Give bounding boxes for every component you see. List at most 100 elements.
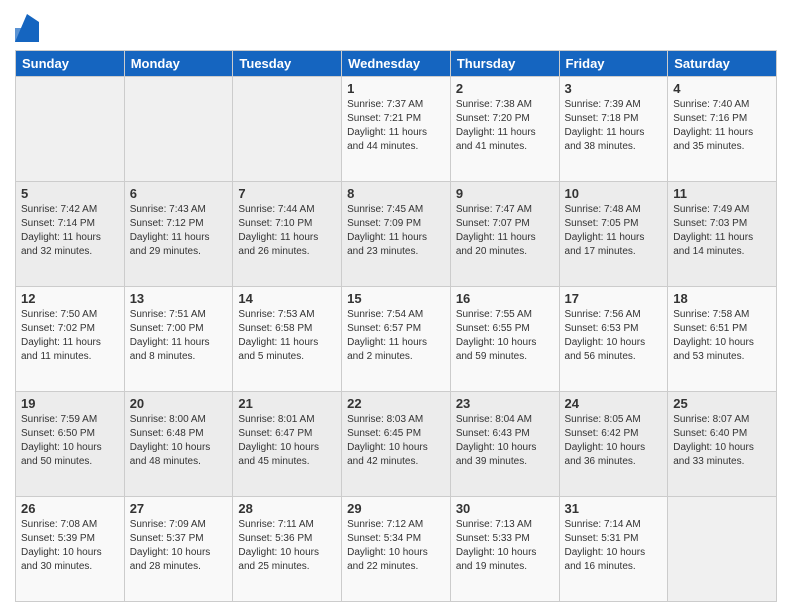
- calendar-week-4: 26 Sunrise: 7:08 AM Sunset: 5:39 PM Dayli…: [16, 497, 777, 602]
- calendar-day: 16 Sunrise: 7:55 AM Sunset: 6:55 PM Dayli…: [450, 287, 559, 392]
- day-number: 13: [130, 291, 228, 306]
- calendar-week-0: 1 Sunrise: 7:37 AM Sunset: 7:21 PM Daylig…: [16, 77, 777, 182]
- calendar-day: [124, 77, 233, 182]
- calendar-day: [233, 77, 342, 182]
- day-number: 3: [565, 81, 663, 96]
- day-info: Sunrise: 7:42 AM Sunset: 7:14 PM Dayligh…: [21, 203, 119, 259]
- day-number: 26: [21, 501, 119, 516]
- day-number: 8: [347, 186, 445, 201]
- calendar-header-friday: Friday: [559, 51, 668, 77]
- day-info: Sunrise: 8:00 AM Sunset: 6:48 PM Dayligh…: [130, 413, 228, 469]
- day-info: Sunrise: 7:47 AM Sunset: 7:07 PM Dayligh…: [456, 203, 554, 259]
- logo: [15, 14, 43, 42]
- day-info: Sunrise: 7:51 AM Sunset: 7:00 PM Dayligh…: [130, 308, 228, 364]
- calendar-day: 20 Sunrise: 8:00 AM Sunset: 6:48 PM Dayli…: [124, 392, 233, 497]
- calendar-day: [668, 497, 777, 602]
- calendar-day: 29 Sunrise: 7:12 AM Sunset: 5:34 PM Dayli…: [342, 497, 451, 602]
- day-info: Sunrise: 7:55 AM Sunset: 6:55 PM Dayligh…: [456, 308, 554, 364]
- day-number: 18: [673, 291, 771, 306]
- calendar-day: 14Sunrise: 7:53 AM Sunset: 6:58 PM Dayli…: [233, 287, 342, 392]
- calendar-header-sunday: Sunday: [16, 51, 125, 77]
- day-number: 27: [130, 501, 228, 516]
- day-number: 17: [565, 291, 663, 306]
- calendar-day: 11Sunrise: 7:49 AM Sunset: 7:03 PM Dayli…: [668, 182, 777, 287]
- calendar-header-row: SundayMondayTuesdayWednesdayThursdayFrid…: [16, 51, 777, 77]
- calendar-day: 17 Sunrise: 7:56 AM Sunset: 6:53 PM Dayli…: [559, 287, 668, 392]
- day-number: 5: [21, 186, 119, 201]
- day-info: Sunrise: 7:12 AM Sunset: 5:34 PM Dayligh…: [347, 518, 445, 574]
- calendar-header-tuesday: Tuesday: [233, 51, 342, 77]
- day-number: 23: [456, 396, 554, 411]
- day-info: Sunrise: 7:11 AM Sunset: 5:36 PM Dayligh…: [238, 518, 336, 574]
- day-info: Sunrise: 7:09 AM Sunset: 5:37 PM Dayligh…: [130, 518, 228, 574]
- calendar-day: 4Sunrise: 7:40 AM Sunset: 7:16 PM Daylig…: [668, 77, 777, 182]
- day-info: Sunrise: 8:03 AM Sunset: 6:45 PM Dayligh…: [347, 413, 445, 469]
- day-info: Sunrise: 7:39 AM Sunset: 7:18 PM Dayligh…: [565, 98, 663, 154]
- calendar-day: 6 Sunrise: 7:43 AM Sunset: 7:12 PM Daylig…: [124, 182, 233, 287]
- calendar-day: 9 Sunrise: 7:47 AM Sunset: 7:07 PM Daylig…: [450, 182, 559, 287]
- day-number: 7: [238, 186, 336, 201]
- day-number: 4: [673, 81, 771, 96]
- day-number: 6: [130, 186, 228, 201]
- day-number: 12: [21, 291, 119, 306]
- calendar-day: 2Sunrise: 7:38 AM Sunset: 7:20 PM Daylig…: [450, 77, 559, 182]
- calendar-day: 15Sunrise: 7:54 AM Sunset: 6:57 PM Dayli…: [342, 287, 451, 392]
- day-number: 10: [565, 186, 663, 201]
- day-info: Sunrise: 8:07 AM Sunset: 6:40 PM Dayligh…: [673, 413, 771, 469]
- calendar-day: 25 Sunrise: 8:07 AM Sunset: 6:40 PM Dayli…: [668, 392, 777, 497]
- day-info: Sunrise: 7:58 AM Sunset: 6:51 PM Dayligh…: [673, 308, 771, 364]
- day-info: Sunrise: 8:01 AM Sunset: 6:47 PM Dayligh…: [238, 413, 336, 469]
- day-info: Sunrise: 7:45 AM Sunset: 7:09 PM Dayligh…: [347, 203, 445, 259]
- day-number: 29: [347, 501, 445, 516]
- calendar-day: 30 Sunrise: 7:13 AM Sunset: 5:33 PM Dayli…: [450, 497, 559, 602]
- page: SundayMondayTuesdayWednesdayThursdayFrid…: [0, 0, 792, 612]
- calendar-day: 18 Sunrise: 7:58 AM Sunset: 6:51 PM Dayli…: [668, 287, 777, 392]
- day-info: Sunrise: 7:43 AM Sunset: 7:12 PM Dayligh…: [130, 203, 228, 259]
- header: [15, 10, 777, 42]
- calendar-header-thursday: Thursday: [450, 51, 559, 77]
- day-info: Sunrise: 7:14 AM Sunset: 5:31 PM Dayligh…: [565, 518, 663, 574]
- calendar-day: 19 Sunrise: 7:59 AM Sunset: 6:50 PM Dayli…: [16, 392, 125, 497]
- calendar-day: 27 Sunrise: 7:09 AM Sunset: 5:37 PM Dayli…: [124, 497, 233, 602]
- calendar-day: 22 Sunrise: 8:03 AM Sunset: 6:45 PM Dayli…: [342, 392, 451, 497]
- day-number: 16: [456, 291, 554, 306]
- logo-icon: [15, 14, 39, 42]
- calendar-header-wednesday: Wednesday: [342, 51, 451, 77]
- day-info: Sunrise: 8:05 AM Sunset: 6:42 PM Dayligh…: [565, 413, 663, 469]
- day-number: 19: [21, 396, 119, 411]
- calendar-day: 26 Sunrise: 7:08 AM Sunset: 5:39 PM Dayli…: [16, 497, 125, 602]
- day-info: Sunrise: 7:59 AM Sunset: 6:50 PM Dayligh…: [21, 413, 119, 469]
- calendar-day: 21 Sunrise: 8:01 AM Sunset: 6:47 PM Dayli…: [233, 392, 342, 497]
- day-number: 1: [347, 81, 445, 96]
- day-number: 24: [565, 396, 663, 411]
- calendar-day: 8 Sunrise: 7:45 AM Sunset: 7:09 PM Daylig…: [342, 182, 451, 287]
- day-info: Sunrise: 7:37 AM Sunset: 7:21 PM Dayligh…: [347, 98, 445, 154]
- day-number: 31: [565, 501, 663, 516]
- day-info: Sunrise: 7:38 AM Sunset: 7:20 PM Dayligh…: [456, 98, 554, 154]
- calendar-day: 12 Sunrise: 7:50 AM Sunset: 7:02 PM Dayli…: [16, 287, 125, 392]
- day-number: 30: [456, 501, 554, 516]
- day-number: 9: [456, 186, 554, 201]
- day-number: 25: [673, 396, 771, 411]
- day-info: Sunrise: 7:48 AM Sunset: 7:05 PM Dayligh…: [565, 203, 663, 259]
- day-number: 20: [130, 396, 228, 411]
- day-info: Sunrise: 7:49 AM Sunset: 7:03 PM Dayligh…: [673, 203, 771, 259]
- day-info: Sunrise: 8:04 AM Sunset: 6:43 PM Dayligh…: [456, 413, 554, 469]
- calendar-week-2: 12 Sunrise: 7:50 AM Sunset: 7:02 PM Dayli…: [16, 287, 777, 392]
- calendar-day: 5 Sunrise: 7:42 AM Sunset: 7:14 PM Daylig…: [16, 182, 125, 287]
- day-number: 22: [347, 396, 445, 411]
- calendar-header-saturday: Saturday: [668, 51, 777, 77]
- day-info: Sunrise: 7:13 AM Sunset: 5:33 PM Dayligh…: [456, 518, 554, 574]
- calendar-day: 24 Sunrise: 8:05 AM Sunset: 6:42 PM Dayli…: [559, 392, 668, 497]
- day-info: Sunrise: 7:56 AM Sunset: 6:53 PM Dayligh…: [565, 308, 663, 364]
- calendar-day: 1 Sunrise: 7:37 AM Sunset: 7:21 PM Daylig…: [342, 77, 451, 182]
- calendar-day: 10 Sunrise: 7:48 AM Sunset: 7:05 PM Dayli…: [559, 182, 668, 287]
- calendar-week-1: 5 Sunrise: 7:42 AM Sunset: 7:14 PM Daylig…: [16, 182, 777, 287]
- calendar-header-monday: Monday: [124, 51, 233, 77]
- calendar-day: [16, 77, 125, 182]
- day-info: Sunrise: 7:44 AM Sunset: 7:10 PM Dayligh…: [238, 203, 336, 259]
- day-info: Sunrise: 7:08 AM Sunset: 5:39 PM Dayligh…: [21, 518, 119, 574]
- day-number: 21: [238, 396, 336, 411]
- day-info: Sunrise: 7:50 AM Sunset: 7:02 PM Dayligh…: [21, 308, 119, 364]
- day-info: Sunrise: 7:54 AM Sunset: 6:57 PM Dayligh…: [347, 308, 445, 364]
